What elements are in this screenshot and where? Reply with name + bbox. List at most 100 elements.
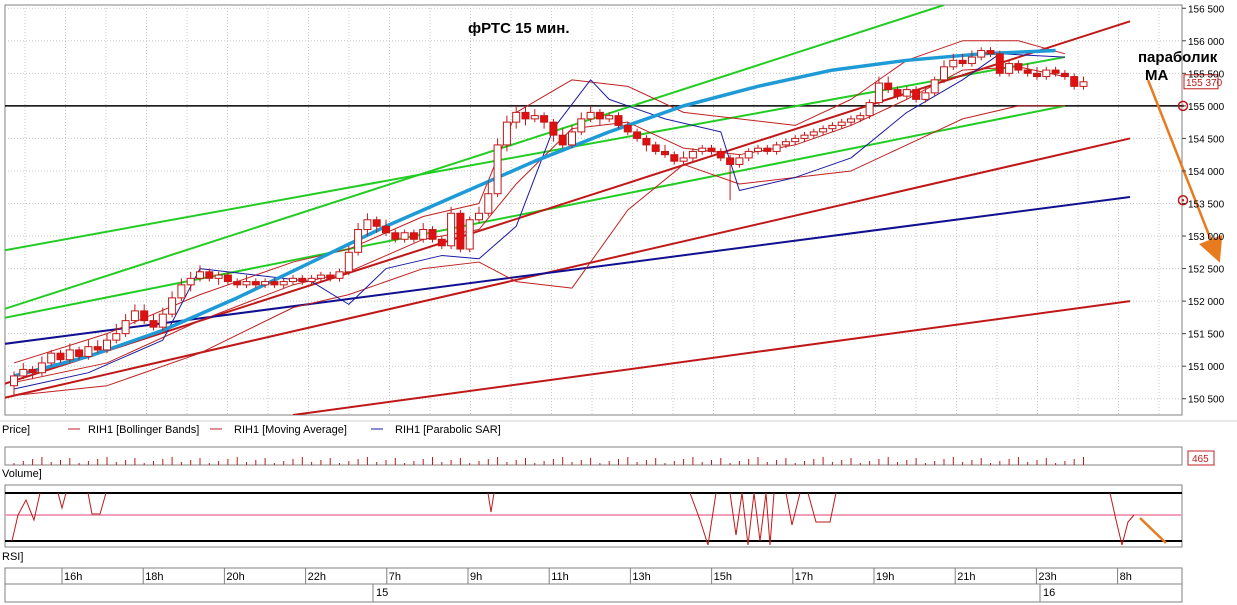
- candle-body: [186, 277, 195, 286]
- candle-body: [679, 157, 688, 162]
- candle-body: [623, 124, 632, 133]
- candle-body: [698, 147, 707, 152]
- candle-body: [251, 281, 260, 286]
- candle-body: [261, 281, 270, 286]
- candle-body: [1060, 72, 1069, 78]
- y-tick-label: 152 500: [1188, 265, 1225, 276]
- candle-body: [168, 297, 177, 315]
- candle-body: [307, 277, 316, 283]
- candle-body: [19, 368, 28, 377]
- candle-body: [121, 320, 130, 335]
- candle-body: [354, 229, 363, 253]
- candle-body: [130, 310, 139, 322]
- candle-body: [837, 121, 846, 126]
- candle-body: [400, 232, 409, 240]
- candle-body: [382, 225, 390, 234]
- candle-body: [670, 154, 679, 162]
- x-tick-label: 19h: [876, 571, 894, 583]
- candle-body: [84, 346, 93, 357]
- candle-body: [949, 59, 958, 68]
- candle-body: [661, 150, 669, 156]
- candle-body: [149, 320, 158, 328]
- candle-body: [865, 102, 874, 117]
- candle-body: [177, 284, 186, 299]
- candle-body: [940, 66, 948, 81]
- candle-body: [298, 277, 307, 283]
- candle-body: [10, 375, 18, 387]
- candle-body: [614, 115, 623, 126]
- annotation-ma: MA: [1145, 67, 1168, 84]
- candle-body: [65, 349, 74, 361]
- candle-body: [893, 89, 902, 97]
- legend-sar: RIH1 [Parabolic SAR]: [395, 424, 501, 436]
- candle-body: [344, 251, 353, 273]
- candle-body: [642, 137, 651, 146]
- candle-body: [214, 274, 223, 279]
- candle-body: [419, 229, 428, 240]
- candle-body: [502, 121, 511, 146]
- candle-body: [1051, 69, 1060, 74]
- candle-body: [902, 89, 911, 97]
- candle-body: [326, 274, 335, 279]
- x-tick-label: 18h: [145, 571, 163, 583]
- x-tick-label: 7h: [389, 571, 401, 583]
- candle-body: [781, 141, 790, 146]
- candle-body: [391, 232, 400, 240]
- candle-body: [1014, 63, 1023, 71]
- candle-body: [289, 277, 297, 283]
- candle-body: [828, 124, 837, 130]
- volume-panel-label: Volume]: [2, 468, 42, 480]
- annotation-parabolic: параболик: [1138, 49, 1218, 66]
- y-tick-label: 153 000: [1188, 232, 1225, 243]
- x-tick-label: 23h: [1038, 571, 1056, 583]
- candle-body: [512, 111, 521, 123]
- candle-body: [158, 313, 167, 328]
- candle-body: [233, 281, 242, 286]
- candle-body: [75, 349, 84, 357]
- candle-body: [688, 150, 697, 159]
- x-tick-label: 20h: [226, 571, 244, 583]
- y-tick-label: 155 000: [1188, 102, 1225, 113]
- candle-body: [558, 134, 567, 146]
- candle-body: [930, 79, 939, 94]
- x-tick-label: 21h: [957, 571, 975, 583]
- x-tick-label: 22h: [308, 571, 326, 583]
- candle-body: [484, 193, 493, 214]
- candle-body: [772, 144, 781, 152]
- legend-bollinger: RIH1 [Bollinger Bands]: [88, 424, 199, 436]
- x-tick-label: 16h: [64, 571, 82, 583]
- candle-body: [809, 131, 818, 136]
- candle-body: [967, 56, 976, 65]
- x-tick-label: 9h: [470, 571, 482, 583]
- candle-body: [651, 144, 660, 152]
- candle-body: [726, 157, 735, 165]
- chart-title: фРТС 15 мин.: [468, 20, 570, 37]
- candle-body: [586, 111, 595, 120]
- candle-body: [763, 147, 772, 152]
- trading-chart: 155 370 150 500151 000151 500152 000152 …: [0, 4, 1237, 603]
- candle-body: [754, 147, 762, 152]
- y-tick-label: 154 000: [1188, 167, 1225, 178]
- y-tick-label: 156 500: [1188, 4, 1225, 15]
- candle-body: [530, 115, 539, 120]
- candle-body: [540, 115, 549, 123]
- legend-ma: RIH1 [Moving Average]: [234, 424, 347, 436]
- candle-body: [605, 115, 614, 120]
- y-tick-label: 155 500: [1188, 69, 1225, 80]
- rsi-panel-label: RSI]: [2, 551, 23, 563]
- candle-body: [1023, 69, 1032, 74]
- candle-body: [223, 274, 232, 283]
- candle-body: [270, 281, 279, 286]
- candle-body: [1033, 72, 1041, 78]
- y-tick-label: 154 500: [1188, 134, 1225, 145]
- candle-body: [1005, 63, 1014, 74]
- candle-body: [912, 89, 921, 100]
- y-tick-label: 156 000: [1188, 37, 1225, 48]
- candle-body: [874, 82, 883, 104]
- candle-body: [735, 157, 744, 165]
- y-tick-label: 152 000: [1188, 297, 1225, 308]
- candle-body: [112, 333, 121, 341]
- y-tick-label: 153 500: [1188, 199, 1225, 210]
- candle-body: [577, 118, 586, 133]
- y-tick-label: 151 500: [1188, 330, 1225, 341]
